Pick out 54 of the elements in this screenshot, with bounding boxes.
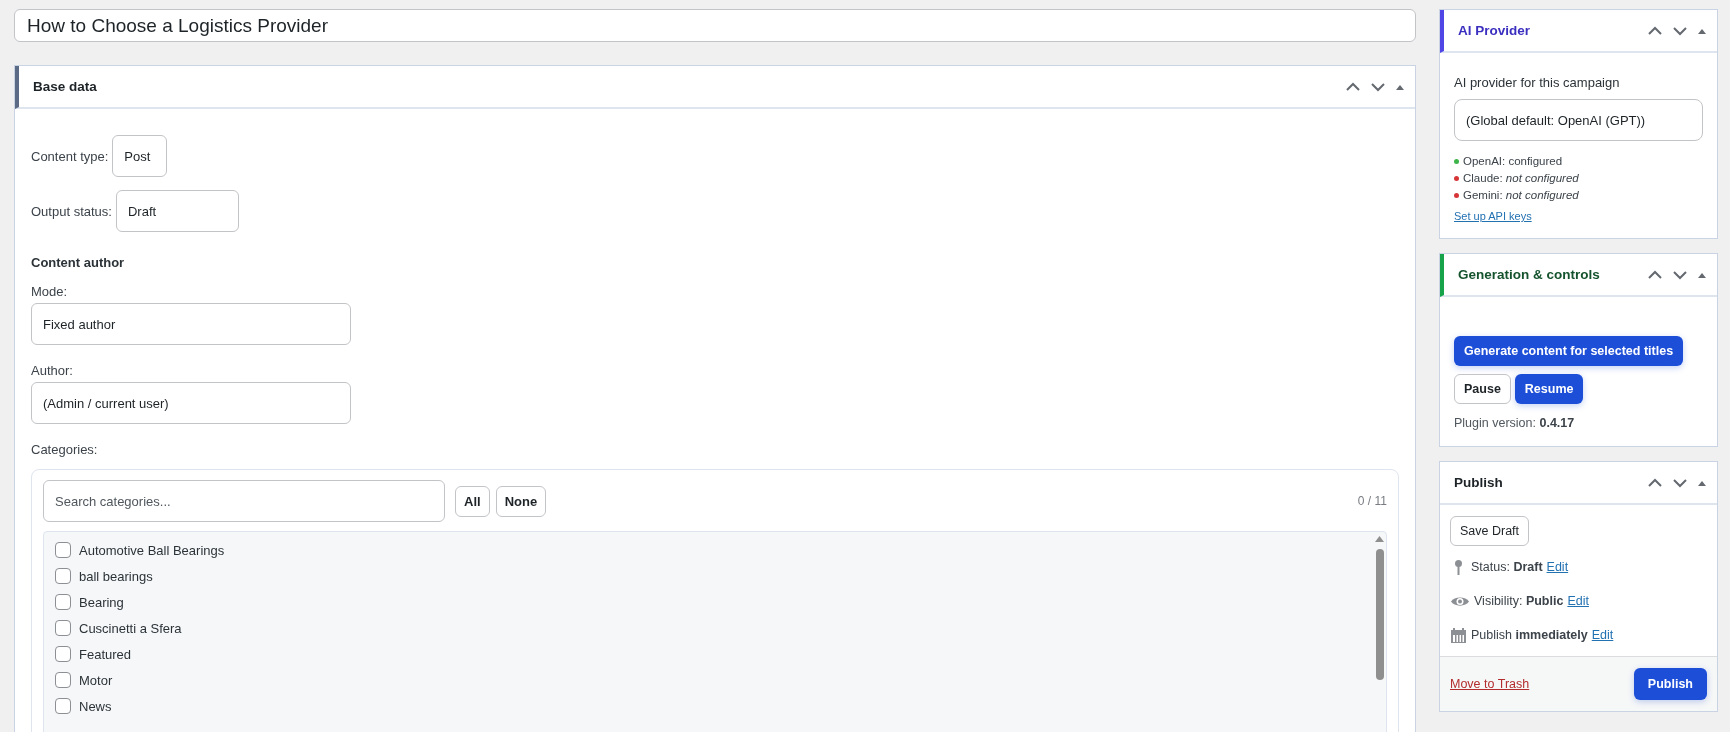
publish-button[interactable]: Publish [1633, 668, 1707, 700]
field-label: Author: [31, 363, 74, 378]
panel-title: Base data [33, 79, 98, 94]
mode-select[interactable]: Fixed author [31, 303, 351, 345]
post-title-field[interactable]: How to Choose a Logistics Provider [14, 9, 1416, 42]
edit-link[interactable]: Edit [1567, 594, 1589, 608]
category-label: Bearing [79, 594, 124, 610]
author-select[interactable]: (Admin / current user) [31, 382, 351, 424]
provider-status: Claude: not configured [1463, 171, 1579, 186]
category-label: Cuscinetti a Sfera [79, 620, 182, 636]
publish-info: Status: Draft [1471, 560, 1543, 574]
panel-title: AI Provider [1458, 23, 1532, 38]
provider-select[interactable]: (Global default: OpenAI (GPT)) [1454, 99, 1703, 141]
field-label: Output status: [31, 203, 112, 219]
field-label: Categories: [31, 442, 99, 457]
trash-link[interactable]: Move to Trash [1450, 677, 1530, 691]
save-draft-button[interactable]: Save Draft [1450, 516, 1530, 546]
publish-info: Visibility: Public [1474, 594, 1564, 608]
control-button[interactable]: Resume [1514, 374, 1584, 404]
calendar-icon [1450, 626, 1467, 644]
field-label: Content type: [31, 148, 109, 164]
select-button[interactable]: All [455, 485, 490, 517]
edit-link[interactable]: Edit [1591, 628, 1614, 642]
checkbox[interactable] [55, 698, 71, 714]
provider-status: OpenAI: configured [1463, 154, 1563, 169]
selection-count: 0 / 11 [1357, 494, 1387, 508]
checkbox[interactable] [55, 542, 71, 558]
checkbox[interactable] [55, 568, 71, 584]
publish-info: Publish immediately [1471, 628, 1588, 642]
provider-status: Gemini: not configured [1463, 188, 1579, 203]
edit-link[interactable]: Edit [1546, 560, 1569, 574]
scroll-up-icon[interactable] [1375, 536, 1384, 542]
checkbox[interactable] [55, 594, 71, 610]
panel-title: Generation & controls [1458, 267, 1601, 282]
content-type-select[interactable]: Post [112, 135, 168, 177]
generate-button[interactable]: Generate content for selected titles [1454, 336, 1684, 366]
select-button[interactable]: None [495, 485, 547, 517]
field-label: Mode: [31, 284, 69, 299]
checkbox[interactable] [55, 646, 71, 662]
checkbox[interactable] [55, 620, 71, 636]
field-label: AI provider for this campaign [1454, 75, 1621, 90]
category-label: Featured [79, 646, 132, 662]
plugin-version: Plugin version: 0.4.17 [1454, 416, 1576, 430]
category-label: News [79, 698, 112, 714]
control-button[interactable]: Pause [1454, 374, 1511, 404]
api-keys-link[interactable]: Set up API keys [1454, 210, 1532, 222]
category-label: Motor [79, 672, 113, 688]
panel-title: Publish [1454, 475, 1504, 490]
category-label: Automotive Ball Bearings [79, 542, 225, 558]
category-label: ball bearings [79, 568, 153, 584]
section-heading: Content author [31, 255, 126, 270]
search-field[interactable]: Search categories... [43, 480, 445, 522]
output-status-select[interactable]: Draft [115, 190, 239, 232]
checkbox[interactable] [55, 672, 71, 688]
